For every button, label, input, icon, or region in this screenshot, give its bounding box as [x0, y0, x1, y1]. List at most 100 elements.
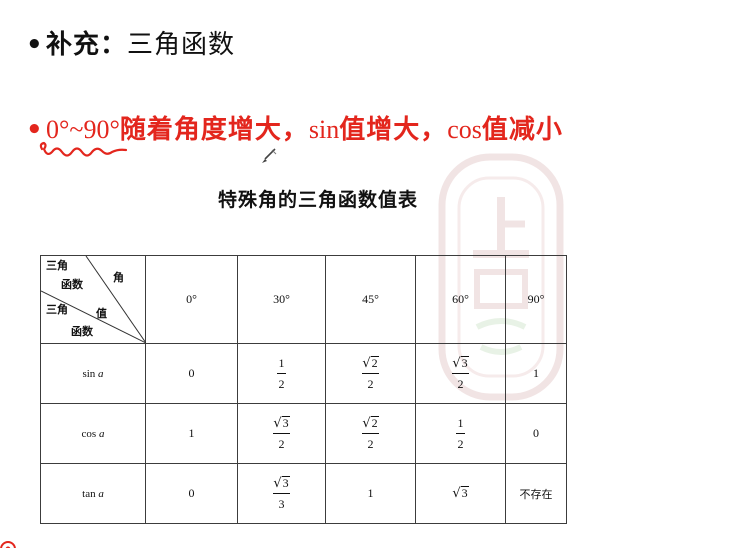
table-title: 特殊角的三角函数值表: [217, 189, 418, 211]
value-cell-tan-1: √3 3: [237, 463, 326, 524]
value-text: 1: [457, 415, 464, 430]
header-label-angle: 角: [113, 271, 124, 284]
fraction-bar: [273, 433, 290, 434]
function-label-cell: tan a: [40, 463, 146, 524]
bullet-marker: •: [26, 30, 43, 60]
value-text: 2: [278, 376, 285, 391]
function-variable: a: [98, 367, 104, 380]
radical-sign: √: [452, 486, 461, 501]
trig-values-table: 三角 函数 角 三角 值 函数 0° 30° 45° 60° 90° sin a…: [40, 255, 567, 524]
value-cell-cos-4: 0: [505, 403, 567, 464]
function-name: tan: [82, 487, 96, 500]
function-name: sin: [82, 367, 96, 380]
value-text: 2: [457, 377, 464, 391]
header-label-trig-1: 三角: [46, 259, 68, 272]
value-cell-sin-0: 0: [145, 343, 238, 404]
radical-expression: √3: [273, 416, 290, 431]
radicand: 3: [281, 416, 290, 430]
fraction-bar: [452, 373, 469, 374]
pen-cursor-icon: [262, 148, 277, 163]
value-cell-tan-3: √3: [415, 463, 506, 524]
radicand: 2: [370, 416, 379, 430]
value-cell-cos-3: 12: [415, 403, 506, 464]
annotation-icon: [0, 541, 16, 548]
rule-text-1: 随着角度增大，: [119, 115, 309, 145]
radical-expression: √3: [452, 356, 469, 371]
table-row-cos: cos a 1 √3 2 √2 2 1 2 0: [40, 403, 567, 464]
value-text: 0: [533, 426, 539, 440]
header-label-value: 值: [96, 307, 107, 320]
header-label-function-2: 函数: [71, 325, 93, 338]
fraction: 12: [277, 356, 286, 391]
value-text: 2: [278, 437, 285, 451]
fraction: √3 3: [273, 476, 290, 511]
fraction: 12: [456, 415, 465, 451]
radical-sign: √: [362, 356, 371, 371]
hand-drawn-underline-icon: [39, 141, 128, 157]
value-cell-tan-4: 不存在: [505, 463, 567, 524]
radical-expression: √3: [452, 486, 469, 501]
fraction-bar: [273, 493, 290, 494]
bullet-supplement: • 补充：三角函数: [26, 28, 235, 62]
header-row: 三角 函数 角 三角 值 函数 0° 30° 45° 60° 90°: [40, 255, 567, 344]
fraction: √3 2: [273, 416, 290, 451]
fraction-numerator: √2: [362, 356, 379, 371]
fraction-numerator: 1: [279, 356, 285, 370]
cos-word: cos: [447, 115, 482, 144]
rule-text-3: 值减小: [481, 115, 563, 145]
sin-word: sin: [308, 115, 340, 144]
value-text: 1: [533, 366, 539, 380]
fraction-denominator: 2: [278, 438, 284, 451]
diagonal-header-cell: 三角 函数 角 三角 值 函数: [40, 255, 146, 344]
fraction-denominator: 2: [367, 378, 373, 391]
function-variable: a: [98, 487, 104, 500]
value-cell-cos-1: √3 2: [237, 403, 326, 464]
radical-expression: √3: [273, 476, 290, 491]
value-cell-sin-1: 12: [237, 343, 326, 404]
value-text: 3: [278, 497, 285, 511]
value-text: 1: [188, 426, 195, 440]
function-name: cos: [81, 427, 97, 440]
column-header-60deg: 60°: [415, 255, 506, 344]
value-cell-tan-0: 0: [145, 463, 238, 524]
fraction-numerator: √3: [273, 416, 290, 431]
table-row-tan: tan a 0 √3 3 1 √3 不存在: [40, 463, 567, 524]
column-header-90deg: 90°: [505, 255, 567, 344]
radical-sign: √: [452, 356, 461, 371]
fraction-denominator: 2: [457, 378, 463, 391]
value-cell-cos-0: 1: [145, 403, 238, 464]
radical-sign: √: [273, 476, 282, 491]
fraction-bar: [456, 432, 465, 434]
fraction-numerator: √3: [273, 476, 290, 491]
fraction-bar: [362, 433, 379, 434]
value-cell-sin-2: √2 2: [325, 343, 416, 404]
fraction-denominator: 2: [458, 437, 464, 451]
fraction: √2 2: [362, 416, 379, 451]
value-text: 1: [367, 486, 374, 500]
value-cell-cos-2: √2 2: [325, 403, 416, 464]
radical-sign: √: [362, 416, 371, 431]
radical-expression: √2: [362, 416, 379, 431]
value-text: 2: [367, 377, 374, 391]
column-header-0deg: 0°: [145, 255, 238, 344]
fraction: √3 2: [452, 356, 469, 391]
function-variable: a: [98, 427, 105, 440]
value-cell-tan-2: 1: [325, 463, 416, 524]
table-row-sin: sin a 0 1 2 √2 2 √3 2 1: [40, 343, 567, 404]
trig-table-body: 三角 函数 角 三角 值 函数 0° 30° 45° 60° 90° sin a…: [40, 255, 567, 524]
fraction-denominator: 2: [278, 376, 285, 391]
fraction-denominator: 2: [367, 438, 373, 451]
value-cell-sin-3: √3 2: [415, 343, 506, 404]
value-text: 0: [188, 366, 195, 380]
header-label-trig-2: 三角: [46, 303, 68, 316]
radical-expression: √2: [362, 356, 379, 371]
value-text: 不存在: [519, 487, 553, 501]
fraction-numerator: √3: [452, 356, 469, 371]
diagonal-header-wrap: 三角 函数 角 三角 值 函数: [41, 256, 146, 343]
radical-sign: √: [273, 416, 282, 431]
value-text: 0: [188, 486, 195, 500]
column-header-30deg: 30°: [237, 255, 326, 344]
header-label-function-1: 函数: [61, 278, 83, 291]
value-text: 2: [367, 437, 374, 451]
radicand: 3: [460, 486, 469, 500]
